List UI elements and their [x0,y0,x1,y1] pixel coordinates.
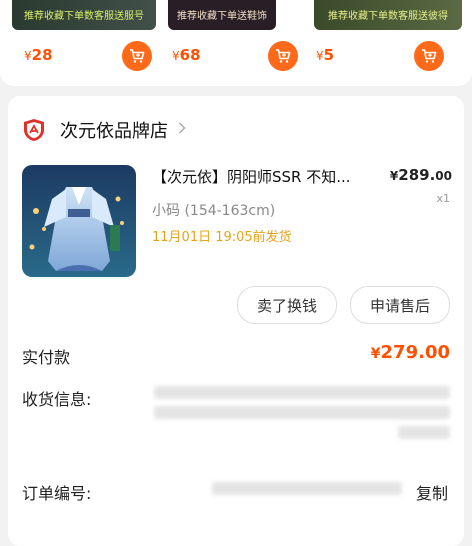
currency-symbol: ¥ [172,49,180,63]
quantity: x1 [436,192,450,205]
shop-logo-icon [24,119,44,141]
cart-plus-icon [276,49,291,63]
currency-symbol: ¥ [370,346,381,362]
currency-symbol: ¥ [24,49,32,63]
sku-spec: 小码 (154-163cm) [152,203,276,219]
order-number-redacted [212,482,402,495]
rec-price-value: 68 [179,46,201,64]
rec-price-3: ¥5 [316,46,334,64]
shop-header[interactable]: 次元依品牌店 [22,116,186,144]
rec-price-1: ¥28 [24,46,53,64]
rec-banner-2[interactable]: 推荐收藏下单送鞋饰 [168,0,276,30]
paid-amount: ¥279.00 [371,342,450,363]
address-redacted-line [154,406,450,419]
rec-price-2: ¥68 [172,46,201,64]
add-to-cart-button[interactable] [268,41,298,71]
order-card: 次元依品牌店 【次元依】阴阳师SSR 不知... ¥289.00 x1 小码 (… [8,96,464,546]
paid-amount-value: 279.00 [380,342,450,363]
address-redacted-line [154,386,450,399]
price-main: 289. [398,166,436,184]
paid-label: 实付款 [22,348,71,367]
price-cents: 00 [435,169,452,183]
cart-plus-icon [130,49,145,63]
sell-button[interactable]: 卖了换钱 [237,286,337,324]
product-thumbnail[interactable] [22,165,136,277]
address-label: 收货信息: [22,390,92,409]
rec-price-value: 28 [31,46,53,64]
shop-name: 次元依品牌店 [60,121,168,142]
product-title[interactable]: 【次元依】阴阳师SSR 不知... [152,166,374,187]
copy-button[interactable]: 复制 [416,480,448,504]
order-number-label: 订单编号: [22,484,92,503]
address-redacted-line [398,426,450,439]
recommendation-strip: 推荐收藏下单数客服送服号 推荐收藏下单送鞋饰 推荐收藏下单数客服送彼得 ¥28 … [0,0,472,86]
add-to-cart-button[interactable] [414,41,444,71]
rec-banner-1[interactable]: 推荐收藏下单数客服送服号 [12,0,156,30]
add-to-cart-button[interactable] [122,41,152,71]
cart-plus-icon [422,49,437,63]
chevron-right-icon [178,122,186,138]
shipping-deadline: 11月01日 19:05前发货 [152,230,292,245]
after-sale-button[interactable]: 申请售后 [350,286,450,324]
currency-symbol: ¥ [316,49,324,63]
product-price: ¥289.00 [390,166,452,184]
rec-price-value: 5 [323,46,335,64]
rec-banner-3[interactable]: 推荐收藏下单数客服送彼得 [314,0,462,30]
